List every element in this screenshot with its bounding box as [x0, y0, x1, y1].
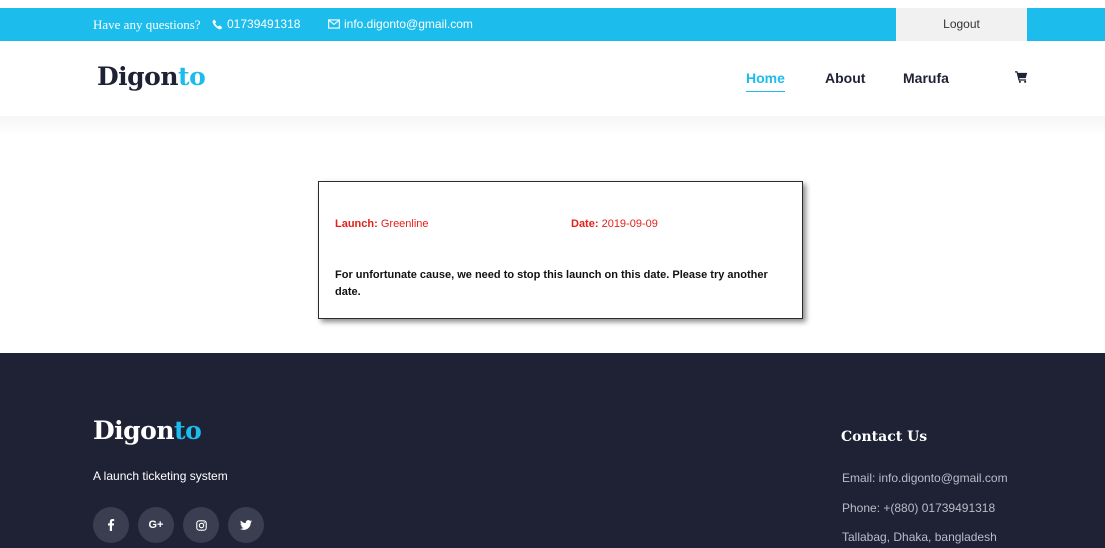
launch-label: Launch: [335, 218, 378, 230]
email-address: info.digonto@gmail.com [344, 17, 473, 31]
social-links: G+ [93, 507, 264, 543]
phone-number: 01739491318 [227, 17, 301, 31]
nav-user-marufa[interactable]: Marufa [903, 70, 949, 86]
launch-cancel-notice: Launch: Greenline Date: 2019-09-09 For u… [318, 181, 803, 319]
footer-tagline: A launch ticketing system [93, 469, 228, 483]
cart-icon[interactable] [1015, 70, 1028, 83]
header-shadow-band [0, 116, 1105, 136]
date-label: Date: [571, 218, 599, 230]
phone-contact[interactable]: 01739491318 [212, 17, 300, 31]
instagram-icon[interactable] [183, 507, 219, 543]
launch-info: Launch: Greenline [335, 218, 429, 230]
nav-home[interactable]: Home [746, 70, 785, 92]
google-plus-icon[interactable]: G+ [138, 507, 174, 543]
brand-main-text: Digon [97, 62, 179, 91]
contact-address: Tallabag, Dhaka, bangladesh [842, 530, 997, 544]
envelope-icon [328, 19, 340, 29]
phone-icon [212, 19, 223, 30]
logout-button[interactable]: Logout [896, 8, 1027, 41]
contact-phone[interactable]: Phone: +(880) 01739491318 [842, 501, 995, 515]
twitter-icon[interactable] [228, 507, 264, 543]
contact-email[interactable]: Email: info.digonto@gmail.com [842, 471, 1008, 485]
footer-brand-logo[interactable]: Digonto [93, 416, 202, 445]
questions-text: Have any questions? [93, 17, 201, 32]
contact-us-heading: Contact Us [841, 429, 928, 445]
footer-brand-accent-text: to [174, 416, 202, 445]
nav-about[interactable]: About [825, 70, 865, 86]
email-contact[interactable]: info.digonto@gmail.com [328, 17, 473, 31]
brand-logo[interactable]: Digonto [97, 62, 206, 91]
top-contact-bar: Have any questions? 01739491318 info.dig… [0, 8, 1105, 41]
date-info: Date: 2019-09-09 [571, 218, 658, 230]
facebook-icon[interactable] [93, 507, 129, 543]
brand-accent-text: to [178, 62, 206, 91]
date-value: 2019-09-09 [601, 218, 658, 230]
cancel-message: For unfortunate cause, we need to stop t… [335, 269, 768, 298]
main-header: Digonto Home About Marufa [0, 41, 1105, 116]
footer-brand-main-text: Digon [93, 416, 175, 445]
launch-value: Greenline [380, 218, 429, 230]
site-footer: Digonto A launch ticketing system G+ Con… [0, 353, 1105, 548]
